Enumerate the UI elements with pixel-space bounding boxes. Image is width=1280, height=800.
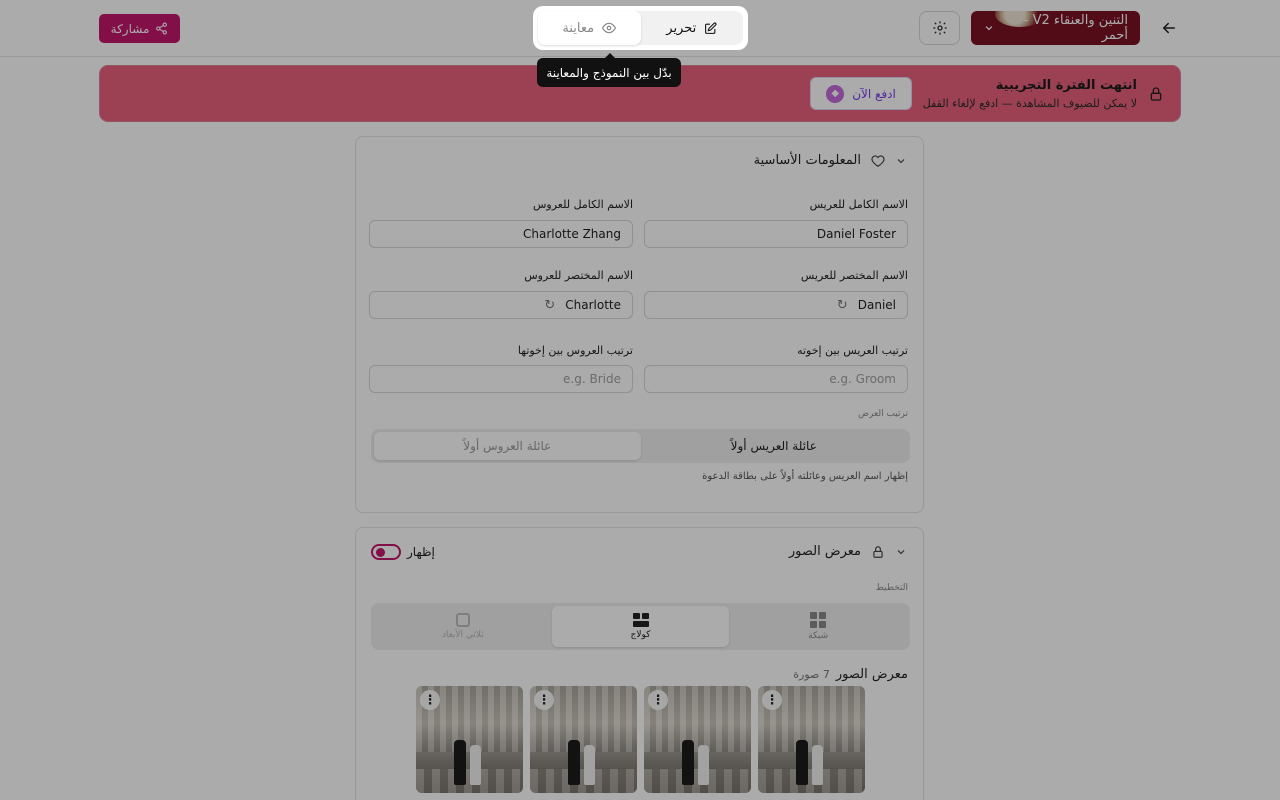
gallery-header[interactable]: معرض الصور <box>789 544 907 559</box>
reset-icon[interactable]: ↻ <box>837 298 848 313</box>
input-value: Charlotte Zhang <box>523 227 621 241</box>
bride-short-label: الاسم المختصر للعروس <box>524 269 633 282</box>
groom-short-name-input[interactable]: Daniel ↻ <box>644 291 908 319</box>
image-lock-icon <box>873 545 883 558</box>
bride-short-name-input[interactable]: Charlotte ↻ <box>369 291 633 319</box>
basic-info-header[interactable]: المعلومات الأساسية <box>754 153 907 168</box>
gallery-visibility: إظهار <box>371 544 435 560</box>
photo-thumbnail[interactable]: ⋮ <box>644 686 751 793</box>
pay-now-button[interactable]: ادفع الآن ◆ <box>810 77 912 110</box>
section-title: معرض الصور <box>788 544 861 559</box>
layout-collage[interactable]: كولاج <box>551 606 730 647</box>
heart-icon <box>871 154 885 167</box>
photo-thumbnail[interactable]: ⋮ <box>416 686 523 793</box>
display-order-hint: إظهار اسم العريس وعائلته أولاً على بطاقة… <box>702 471 908 482</box>
photo-thumbnail[interactable]: ⋮ <box>530 686 637 793</box>
groom-first-option[interactable]: عائلة العريس أولاً <box>641 432 908 460</box>
collage-icon <box>632 613 649 627</box>
gear-icon <box>932 21 947 35</box>
pay-label: ادفع الآن <box>852 86 896 101</box>
grid-icon <box>810 612 827 628</box>
settings-button[interactable] <box>919 11 960 45</box>
eye-icon <box>602 22 617 34</box>
layout-label: التخطيط <box>875 583 908 593</box>
bride-order-input[interactable]: e.g. Bride <box>369 365 633 393</box>
gallery-heading: معرض الصور <box>835 667 908 682</box>
gallery-photos-title: معرض الصور 7 صورة <box>793 667 908 682</box>
groom-order-label: ترتيب العريس بين إخوته <box>797 344 908 357</box>
lock-icon <box>1150 87 1162 101</box>
share-icon <box>156 22 168 35</box>
gallery-card: معرض الصور إظهار التخطيط شبكة كولاج ثلاث… <box>355 527 924 800</box>
more-vertical-icon[interactable]: ⋮ <box>648 690 668 710</box>
layout-collage-label: كولاج <box>630 630 651 640</box>
more-vertical-icon[interactable]: ⋮ <box>762 690 782 710</box>
mode-toggle: تحرير معاينة <box>538 11 743 45</box>
show-switch[interactable] <box>371 544 401 560</box>
edit-icon <box>705 21 717 34</box>
preview-mode-button[interactable]: معاينة <box>538 11 641 45</box>
chevron-down-icon <box>985 26 993 31</box>
photo-thumbnail[interactable]: ⋮ <box>758 686 865 793</box>
groom-short-label: الاسم المختصر للعريس <box>800 269 908 282</box>
groom-order-input[interactable]: e.g. Groom <box>644 365 908 393</box>
layout-selector: شبكة كولاج ثلاثي الأبعاد <box>371 603 910 650</box>
share-button[interactable]: مشاركة <box>99 14 180 43</box>
photo-grid: ⋮ ⋮ ⋮ ⋮ <box>416 686 865 793</box>
input-placeholder: e.g. Bride <box>563 372 621 386</box>
preview-label: معاينة <box>562 20 595 36</box>
layout-3d[interactable]: ثلاثي الأبعاد <box>374 606 552 647</box>
banner-subtitle: لا يمكن للضيوف المشاهدة — ادفع لإلغاء ال… <box>922 97 1137 110</box>
edit-mode-button[interactable]: تحرير <box>641 11 744 45</box>
display-order-label: ترتيب العرض <box>858 409 908 419</box>
bride-full-label: الاسم الكامل للعروس <box>532 198 633 211</box>
input-value: Daniel Foster <box>816 227 896 241</box>
cube-icon <box>455 613 470 627</box>
mode-toggle-spotlight: تحرير معاينة <box>533 6 748 50</box>
theme-name: التنين والعنقاء V2 - أحمر <box>1023 13 1128 43</box>
groom-full-label: الاسم الكامل للعريس <box>809 198 908 211</box>
back-button[interactable] <box>1155 14 1183 42</box>
display-order-toggle: عائلة العريس أولاً عائلة العروس أولاً <box>371 429 910 463</box>
layout-grid[interactable]: شبكة <box>729 606 907 647</box>
reset-icon[interactable]: ↻ <box>544 298 555 313</box>
show-label: إظهار <box>407 545 435 559</box>
arrow-left-icon <box>1163 22 1175 34</box>
input-value: Daniel <box>857 298 896 312</box>
more-vertical-icon[interactable]: ⋮ <box>534 690 554 710</box>
edit-label: تحرير <box>666 20 697 36</box>
input-placeholder: e.g. Groom <box>829 372 896 386</box>
bride-first-option[interactable]: عائلة العروس أولاً <box>374 432 641 460</box>
basic-info-card: المعلومات الأساسية الاسم الكامل للعريس ا… <box>355 136 924 513</box>
bride-full-name-input[interactable]: Charlotte Zhang <box>369 220 633 248</box>
chevron-down-icon <box>897 158 905 163</box>
groom-full-name-input[interactable]: Daniel Foster <box>644 220 908 248</box>
share-label: مشاركة <box>110 21 150 36</box>
layout-3d-label: ثلاثي الأبعاد <box>441 630 484 640</box>
chevron-down-icon <box>897 549 905 554</box>
more-vertical-icon[interactable]: ⋮ <box>420 690 440 710</box>
mode-tooltip: بدّل بين النموذج والمعاينة <box>537 53 681 87</box>
bride-order-label: ترتيب العروس بين إخوتها <box>517 344 633 357</box>
input-value: Charlotte <box>565 298 621 312</box>
photo-count: 7 صورة <box>793 668 830 681</box>
layout-grid-label: شبكة <box>808 631 829 641</box>
theme-select[interactable]: التنين والعنقاء V2 - أحمر <box>971 11 1140 45</box>
banner-title: انتهت الفترة التجريبية <box>995 78 1137 93</box>
diamond-icon: ◆ <box>826 84 845 103</box>
section-title: المعلومات الأساسية <box>753 153 861 168</box>
